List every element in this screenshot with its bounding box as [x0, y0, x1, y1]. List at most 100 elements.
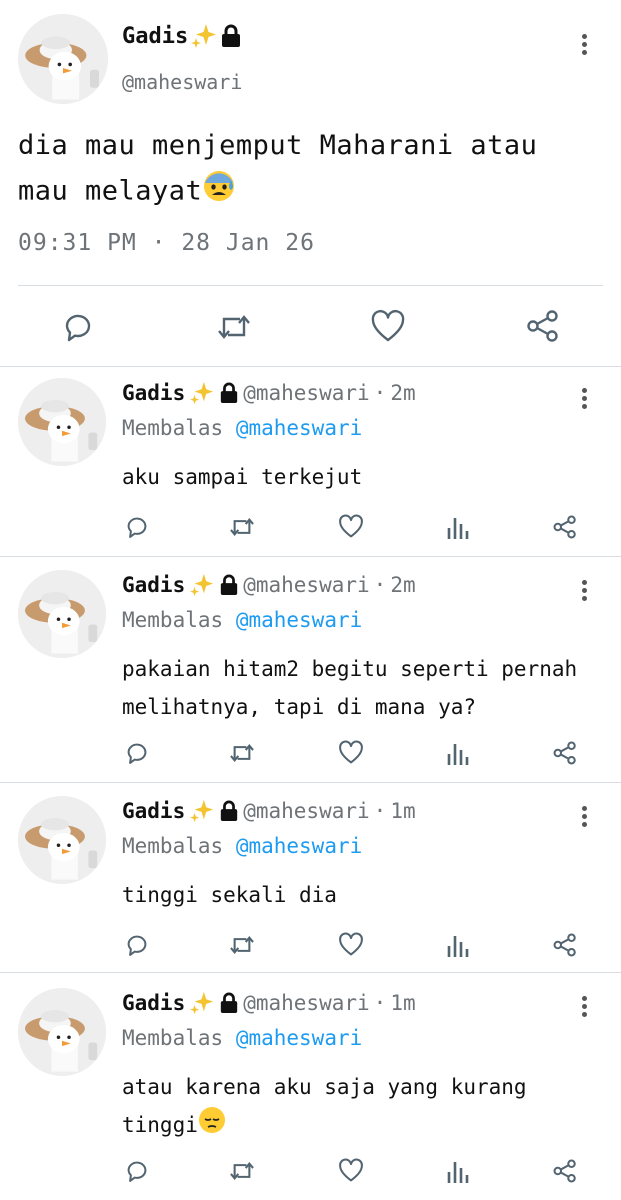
share-icon[interactable] — [552, 1158, 578, 1184]
avatar-image — [18, 378, 106, 466]
more-options-icon[interactable] — [579, 578, 589, 602]
display-name[interactable]: Gadis — [122, 573, 185, 597]
avatar[interactable] — [18, 14, 108, 104]
like-icon[interactable] — [370, 309, 406, 344]
divider — [0, 782, 621, 783]
avatar[interactable] — [18, 378, 106, 466]
display-name-text: Gadis — [122, 23, 189, 49]
replying-to: Membalas @maheswari — [122, 416, 362, 440]
handle[interactable]: @maheswari — [243, 573, 369, 597]
like-icon[interactable] — [338, 514, 364, 540]
reply-item[interactable]: Gadis @maheswari · 1m Membalas @maheswar… — [0, 976, 621, 1200]
avatar[interactable] — [18, 570, 106, 658]
reply-time[interactable]: 1m — [390, 991, 415, 1015]
separator-dot: · — [373, 573, 387, 597]
reply-header: Gadis @maheswari · 2m — [122, 572, 416, 598]
sparkles-icon — [190, 22, 218, 50]
retweet-icon[interactable] — [228, 740, 256, 766]
share-icon[interactable] — [525, 308, 561, 344]
retweet-icon[interactable] — [228, 514, 256, 540]
views-icon[interactable] — [446, 932, 470, 958]
handle[interactable]: @maheswari — [243, 991, 369, 1015]
replying-to: Membalas @maheswari — [122, 1026, 362, 1050]
share-icon[interactable] — [552, 740, 578, 766]
replying-label: Membalas — [122, 834, 224, 858]
reply-text: atau karena aku saja yang kurang tinggi — [122, 1068, 592, 1146]
share-icon[interactable] — [552, 932, 578, 958]
reply-text: aku sampai terkejut — [122, 465, 363, 489]
avatar-image — [18, 988, 106, 1076]
reply-text: pakaian hitam2 begitu seperti pernah mel… — [122, 657, 578, 719]
views-icon[interactable] — [446, 1158, 470, 1184]
display-name[interactable]: Gadis — [122, 799, 185, 823]
divider — [0, 556, 621, 557]
tweet-timestamp[interactable]: 09:31 PM · 28 Jan 26 — [18, 230, 315, 256]
replying-label: Membalas — [122, 416, 224, 440]
reply-icon[interactable] — [61, 310, 95, 344]
reply-icon[interactable] — [124, 514, 150, 540]
lock-icon — [219, 382, 239, 404]
handle[interactable]: @maheswari — [243, 799, 369, 823]
retweet-icon[interactable] — [228, 932, 256, 958]
mention-link[interactable]: @maheswari — [236, 1026, 362, 1050]
more-options-icon[interactable] — [579, 386, 589, 410]
reply-text: tinggi sekali dia — [122, 883, 337, 907]
lock-icon — [219, 574, 239, 596]
more-options-icon[interactable] — [579, 994, 589, 1018]
display-name[interactable]: Gadis — [122, 381, 185, 405]
handle[interactable]: @maheswari — [122, 70, 242, 94]
reply-item[interactable]: Gadis @maheswari · 2m Membalas @maheswar… — [0, 366, 621, 556]
reply-item[interactable]: Gadis @maheswari · 1m Membalas @maheswar… — [0, 784, 621, 972]
reply-time[interactable]: 2m — [390, 573, 415, 597]
divider — [0, 972, 621, 973]
like-icon[interactable] — [338, 932, 364, 958]
tweet-thread-page: Gadis @maheswari dia mau menjemput Mahar… — [0, 0, 621, 1200]
tweet-text-content: dia mau menjemput Maharani atau mau mela… — [18, 130, 538, 207]
sparkles-icon — [189, 990, 215, 1016]
views-icon[interactable] — [446, 514, 470, 540]
reply-item[interactable]: Gadis @maheswari · 2m Membalas @maheswar… — [0, 558, 621, 782]
more-options-icon[interactable] — [579, 804, 589, 828]
reply-header: Gadis @maheswari · 1m — [122, 798, 416, 824]
avatar-image — [18, 796, 106, 884]
avatar-image — [18, 570, 106, 658]
reply-time[interactable]: 2m — [390, 381, 415, 405]
avatar[interactable] — [18, 988, 106, 1076]
lock-icon — [219, 992, 239, 1014]
avatar-image — [18, 14, 108, 104]
like-icon[interactable] — [338, 740, 364, 766]
reply-text-content: atau karena aku saja yang kurang tinggi — [122, 1075, 527, 1137]
mention-link[interactable]: @maheswari — [236, 416, 362, 440]
divider — [18, 285, 603, 286]
replying-to: Membalas @maheswari — [122, 834, 362, 858]
retweet-icon[interactable] — [228, 1158, 256, 1184]
separator-dot: · — [373, 991, 387, 1015]
mention-link[interactable]: @maheswari — [236, 834, 362, 858]
sparkles-icon — [189, 798, 215, 824]
like-icon[interactable] — [338, 1158, 364, 1184]
reply-header: Gadis @maheswari · 2m — [122, 380, 416, 406]
separator-dot: · — [373, 381, 387, 405]
avatar[interactable] — [18, 796, 106, 884]
display-name[interactable]: Gadis — [122, 22, 242, 50]
anxious-face-with-sweat-icon — [202, 168, 236, 216]
share-icon[interactable] — [552, 514, 578, 540]
replying-to: Membalas @maheswari — [122, 608, 362, 632]
reply-icon[interactable] — [124, 932, 150, 958]
display-name[interactable]: Gadis — [122, 991, 185, 1015]
replying-label: Membalas — [122, 608, 224, 632]
sparkles-icon — [189, 380, 215, 406]
reply-icon[interactable] — [124, 740, 150, 766]
more-options-icon[interactable] — [579, 32, 589, 56]
mention-link[interactable]: @maheswari — [236, 608, 362, 632]
retweet-icon[interactable] — [215, 310, 253, 344]
sparkles-icon — [189, 572, 215, 598]
reply-header: Gadis @maheswari · 1m — [122, 990, 416, 1016]
pensive-face-icon — [198, 1106, 226, 1146]
reply-icon[interactable] — [124, 1158, 150, 1184]
reply-time[interactable]: 1m — [390, 799, 415, 823]
lock-icon — [219, 800, 239, 822]
replying-label: Membalas — [122, 1026, 224, 1050]
handle[interactable]: @maheswari — [243, 381, 369, 405]
views-icon[interactable] — [446, 740, 470, 766]
